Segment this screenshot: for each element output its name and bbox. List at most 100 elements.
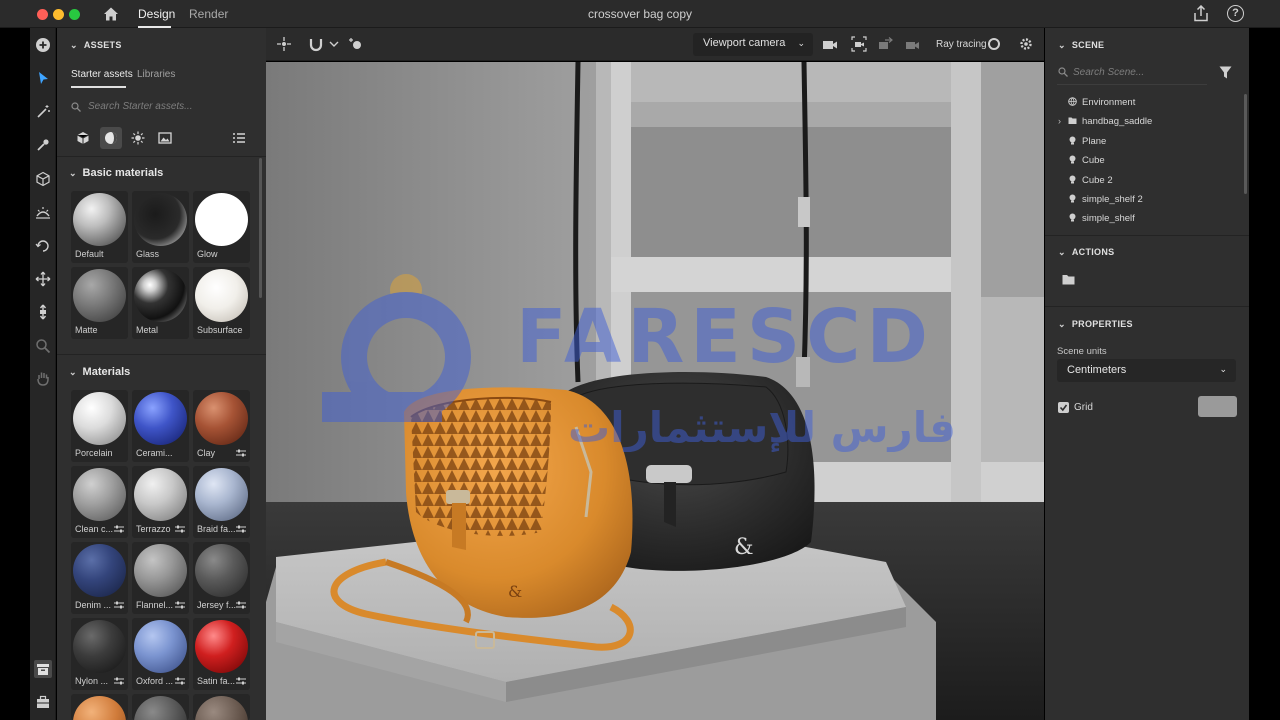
undo-camera-icon[interactable]	[878, 36, 894, 52]
material-tile-glow[interactable]: Glow	[193, 191, 250, 263]
scene-item-handbag-saddle[interactable]: handbag_saddle	[1068, 116, 1152, 127]
orbit-icon[interactable]	[34, 237, 52, 255]
light-icon	[1069, 194, 1076, 203]
adjust-sliders-icon[interactable]	[236, 601, 246, 609]
transform-icon[interactable]	[276, 36, 292, 52]
material-tile-denim[interactable]: Denim ...	[71, 542, 128, 614]
adjust-sliders-icon[interactable]	[114, 601, 124, 609]
zoom-icon[interactable]	[34, 337, 52, 355]
redo-camera-icon[interactable]	[905, 36, 921, 52]
auto-drop-icon[interactable]	[348, 36, 364, 52]
scene-item-plane[interactable]: Plane	[1068, 136, 1106, 147]
assets-search-input[interactable]: Search Starter assets...	[71, 100, 251, 116]
adjust-sliders-icon[interactable]	[114, 525, 124, 533]
models-filter-button[interactable]	[72, 127, 94, 149]
list-view-button[interactable]	[228, 127, 250, 149]
basic-materials-header[interactable]: ⌄ Basic materials	[69, 167, 163, 179]
move-icon[interactable]	[34, 270, 52, 288]
magic-wand-icon[interactable]	[34, 103, 52, 121]
scene-search-input[interactable]: Search Scene...	[1058, 66, 1208, 82]
help-icon[interactable]: ?	[1227, 5, 1244, 22]
folder-icon[interactable]	[1062, 274, 1075, 285]
material-tile-clay[interactable]: Clay	[193, 390, 250, 462]
grid-label: Grid	[1074, 402, 1093, 413]
properties-header-label: PROPERTIES	[1071, 319, 1133, 329]
subtab-starter-assets[interactable]: Starter assets	[71, 69, 133, 80]
adjust-sliders-icon[interactable]	[114, 677, 124, 685]
material-tile-jersey-fabric[interactable]: Jersey f...	[193, 542, 250, 614]
eyedropper-icon[interactable]	[34, 136, 52, 154]
camera-bookmark-icon[interactable]	[822, 36, 838, 52]
material-tile-matte[interactable]: Matte	[71, 267, 128, 339]
scene-scrollbar[interactable]	[1244, 94, 1247, 194]
grid-checkbox[interactable]	[1058, 402, 1069, 413]
materials-header[interactable]: ⌄ Materials	[69, 366, 130, 378]
snap-magnet-icon[interactable]	[308, 36, 324, 52]
adjust-sliders-icon[interactable]	[175, 525, 185, 533]
material-tile-ceramic[interactable]: Cerami...	[132, 390, 189, 462]
material-tile-glass[interactable]: Glass	[132, 191, 189, 263]
material-tile-default[interactable]: Default	[71, 191, 128, 263]
select-tool-icon[interactable]	[34, 69, 52, 87]
material-tile-partial[interactable]	[71, 694, 128, 720]
ray-tracing-toggle[interactable]	[988, 38, 1000, 50]
material-tile-porcelain[interactable]: Porcelain	[71, 390, 128, 462]
adjust-sliders-icon[interactable]	[175, 601, 185, 609]
images-filter-button[interactable]	[154, 127, 176, 149]
cube-tool-icon[interactable]	[34, 170, 52, 188]
adjust-sliders-icon[interactable]	[236, 525, 246, 533]
scene-units-label: Scene units	[1057, 346, 1107, 357]
share-icon[interactable]	[1193, 5, 1209, 22]
material-preview	[73, 696, 126, 720]
actions-header[interactable]: ⌄ ACTIONS	[1058, 247, 1114, 258]
camera-select[interactable]: Viewport camera ⌄	[693, 33, 813, 56]
properties-header[interactable]: ⌄ PROPERTIES	[1058, 319, 1133, 330]
material-tile-partial[interactable]	[193, 694, 250, 720]
scene-header[interactable]: ⌄ SCENE	[1058, 40, 1104, 51]
materials-filter-button[interactable]	[100, 127, 122, 149]
subtab-libraries[interactable]: Libraries	[137, 69, 175, 80]
3d-viewport[interactable]: & & FARESCD فارس للإستثمارات	[266, 62, 1044, 720]
material-tile-terrazzo[interactable]: Terrazzo	[132, 466, 189, 538]
adjust-sliders-icon[interactable]	[236, 677, 246, 685]
hand-icon[interactable]	[34, 369, 52, 387]
add-icon[interactable]	[34, 36, 52, 54]
chevron-right-icon[interactable]: ›	[1058, 116, 1061, 126]
scene-item-cube-2[interactable]: Cube 2	[1068, 175, 1113, 186]
dolly-icon[interactable]	[34, 303, 52, 321]
material-preview	[73, 620, 126, 673]
light-tool-icon[interactable]	[34, 204, 52, 222]
grid-color-swatch[interactable]	[1198, 396, 1237, 417]
assets-scrollbar[interactable]	[259, 158, 262, 298]
filter-icon[interactable]	[1219, 66, 1232, 79]
adjust-sliders-icon[interactable]	[236, 449, 246, 457]
frame-camera-icon[interactable]	[851, 36, 867, 52]
assets-header[interactable]: ⌄ ASSETS	[70, 40, 122, 51]
material-tile-satin-fabric[interactable]: Satin fa...	[193, 618, 250, 690]
material-tile-flannel[interactable]: Flannel...	[132, 542, 189, 614]
scene-header-label: SCENE	[1071, 40, 1105, 50]
lights-filter-button[interactable]	[127, 127, 149, 149]
scene-panel: ⌄ SCENE Search Scene... Environment › han…	[1045, 28, 1249, 720]
adjust-sliders-icon[interactable]	[175, 677, 185, 685]
scene-item-cube[interactable]: Cube	[1068, 155, 1105, 166]
watermark-arabic: فارس للإستثمارات	[568, 403, 956, 452]
material-label: Matte	[75, 325, 98, 335]
material-label: Braid fa...	[197, 524, 236, 534]
material-tile-braid-fabric[interactable]: Braid fa...	[193, 466, 250, 538]
material-preview	[195, 392, 248, 445]
scene-item-environment[interactable]: Environment	[1068, 97, 1135, 108]
archive-icon[interactable]	[34, 660, 52, 678]
material-tile-subsurface[interactable]: Subsurface	[193, 267, 250, 339]
material-tile-partial[interactable]	[132, 694, 189, 720]
material-tile-metal[interactable]: Metal	[132, 267, 189, 339]
material-tile-oxford[interactable]: Oxford ...	[132, 618, 189, 690]
material-tile-clean-concrete[interactable]: Clean c...	[71, 466, 128, 538]
render-settings-icon[interactable]	[1018, 36, 1034, 52]
material-tile-nylon[interactable]: Nylon ...	[71, 618, 128, 690]
briefcase-icon[interactable]	[34, 693, 52, 711]
scene-units-select[interactable]: Centimeters ⌄	[1057, 359, 1236, 382]
scene-item-simple-shelf[interactable]: simple_shelf	[1068, 213, 1135, 224]
chevron-down-icon[interactable]	[326, 36, 339, 52]
scene-item-simple-shelf-2[interactable]: simple_shelf 2	[1068, 194, 1143, 205]
